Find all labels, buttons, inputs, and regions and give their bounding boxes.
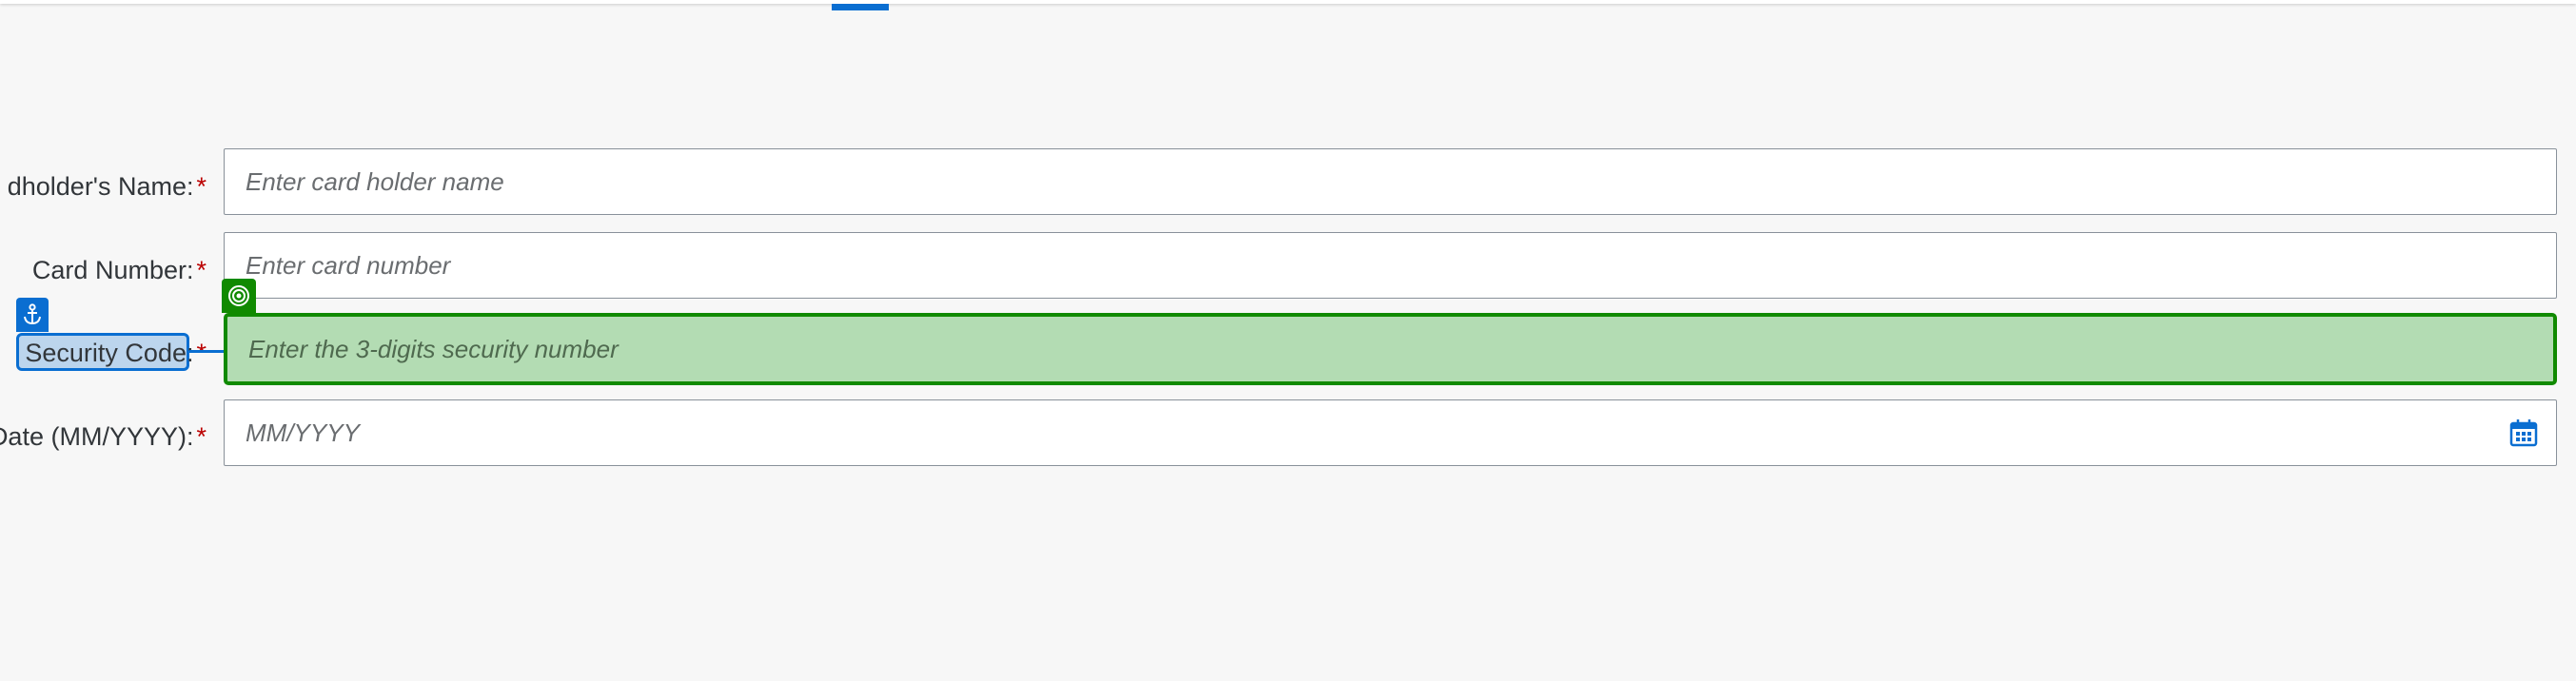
cardholder-name-label: dholder's Name: * <box>8 152 206 221</box>
cardholder-name-input[interactable] <box>225 149 2556 214</box>
expiry-date-label: Date (MM/YYYY): * <box>0 402 206 471</box>
card-number-input[interactable] <box>225 233 2556 298</box>
card-number-field[interactable] <box>224 232 2557 299</box>
active-tab-indicator <box>832 4 889 10</box>
expiry-date-input[interactable] <box>225 400 2556 465</box>
required-mark: * <box>196 172 206 201</box>
top-toolbar <box>0 0 2576 4</box>
card-number-label-text: Card Number: <box>31 256 194 284</box>
security-code-label: Security Code: * <box>25 319 206 387</box>
anchor-connector <box>189 350 224 353</box>
card-number-label: Card Number: * <box>32 236 206 304</box>
target-icon <box>222 279 256 313</box>
required-mark: * <box>196 256 206 284</box>
security-code-field[interactable] <box>224 313 2557 385</box>
security-code-label-text: Security Code: <box>25 339 194 367</box>
calendar-icon[interactable] <box>2508 418 2539 448</box>
expiry-date-field[interactable] <box>224 399 2557 466</box>
required-mark: * <box>196 422 206 451</box>
cardholder-name-label-text: dholder's Name: <box>7 172 194 201</box>
required-mark: * <box>196 339 206 367</box>
cardholder-name-field[interactable] <box>224 148 2557 215</box>
security-code-input[interactable] <box>227 317 2553 381</box>
expiry-date-label-text: Date (MM/YYYY): <box>0 422 194 451</box>
